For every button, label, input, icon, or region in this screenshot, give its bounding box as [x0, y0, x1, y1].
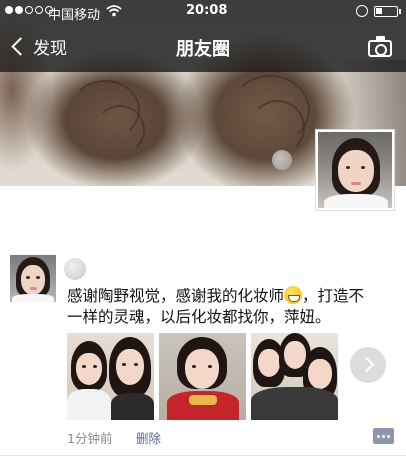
status-bar: 中国移动 20:08: [0, 0, 406, 24]
delete-link[interactable]: 删除: [136, 428, 161, 447]
avatar-photo: [10, 255, 56, 302]
divider: [0, 455, 406, 456]
signal-strength-icon: [5, 6, 53, 14]
post-photos: [67, 333, 338, 420]
avatar-photo: [318, 132, 392, 208]
post-text-line1-a: 感谢陶野视觉，感谢我的化妆师: [67, 287, 285, 305]
post-text: 感谢陶野视觉，感谢我的化妆师 ，打造不 一样的灵魂，以后化妆都找你，萍妞。: [67, 286, 397, 328]
cover-hair-strand: [95, 105, 145, 155]
post-text-line1-b: ，打造不: [302, 287, 365, 305]
cover-decoration: [272, 150, 292, 170]
camera-icon[interactable]: [368, 36, 392, 57]
profile-avatar[interactable]: [315, 129, 395, 211]
alarm-icon: [356, 5, 368, 17]
grin-emoji-icon: [284, 286, 303, 304]
navigation-bar: 发现 朋友圈: [0, 24, 406, 72]
wifi-icon: [106, 4, 122, 21]
carrier-label: 中国移动: [48, 8, 101, 23]
post-time: 1分钟前: [67, 431, 113, 446]
post-photo-2[interactable]: [159, 333, 246, 420]
chevron-right-icon[interactable]: [350, 347, 386, 383]
cover-hair-strand: [250, 100, 305, 155]
post-author-avatar[interactable]: [10, 255, 56, 302]
status-time: 20:08: [186, 3, 228, 18]
battery-icon: [374, 6, 401, 17]
post-text-line2: 一样的灵魂，以后化妆都找你，萍妞。: [67, 308, 331, 326]
comment-icon[interactable]: [373, 428, 394, 444]
page-title: 朋友圈: [176, 39, 230, 60]
post-photo-1[interactable]: [67, 333, 154, 420]
post-photo-3[interactable]: [251, 333, 338, 420]
author-name-placeholder-icon: [64, 258, 86, 280]
